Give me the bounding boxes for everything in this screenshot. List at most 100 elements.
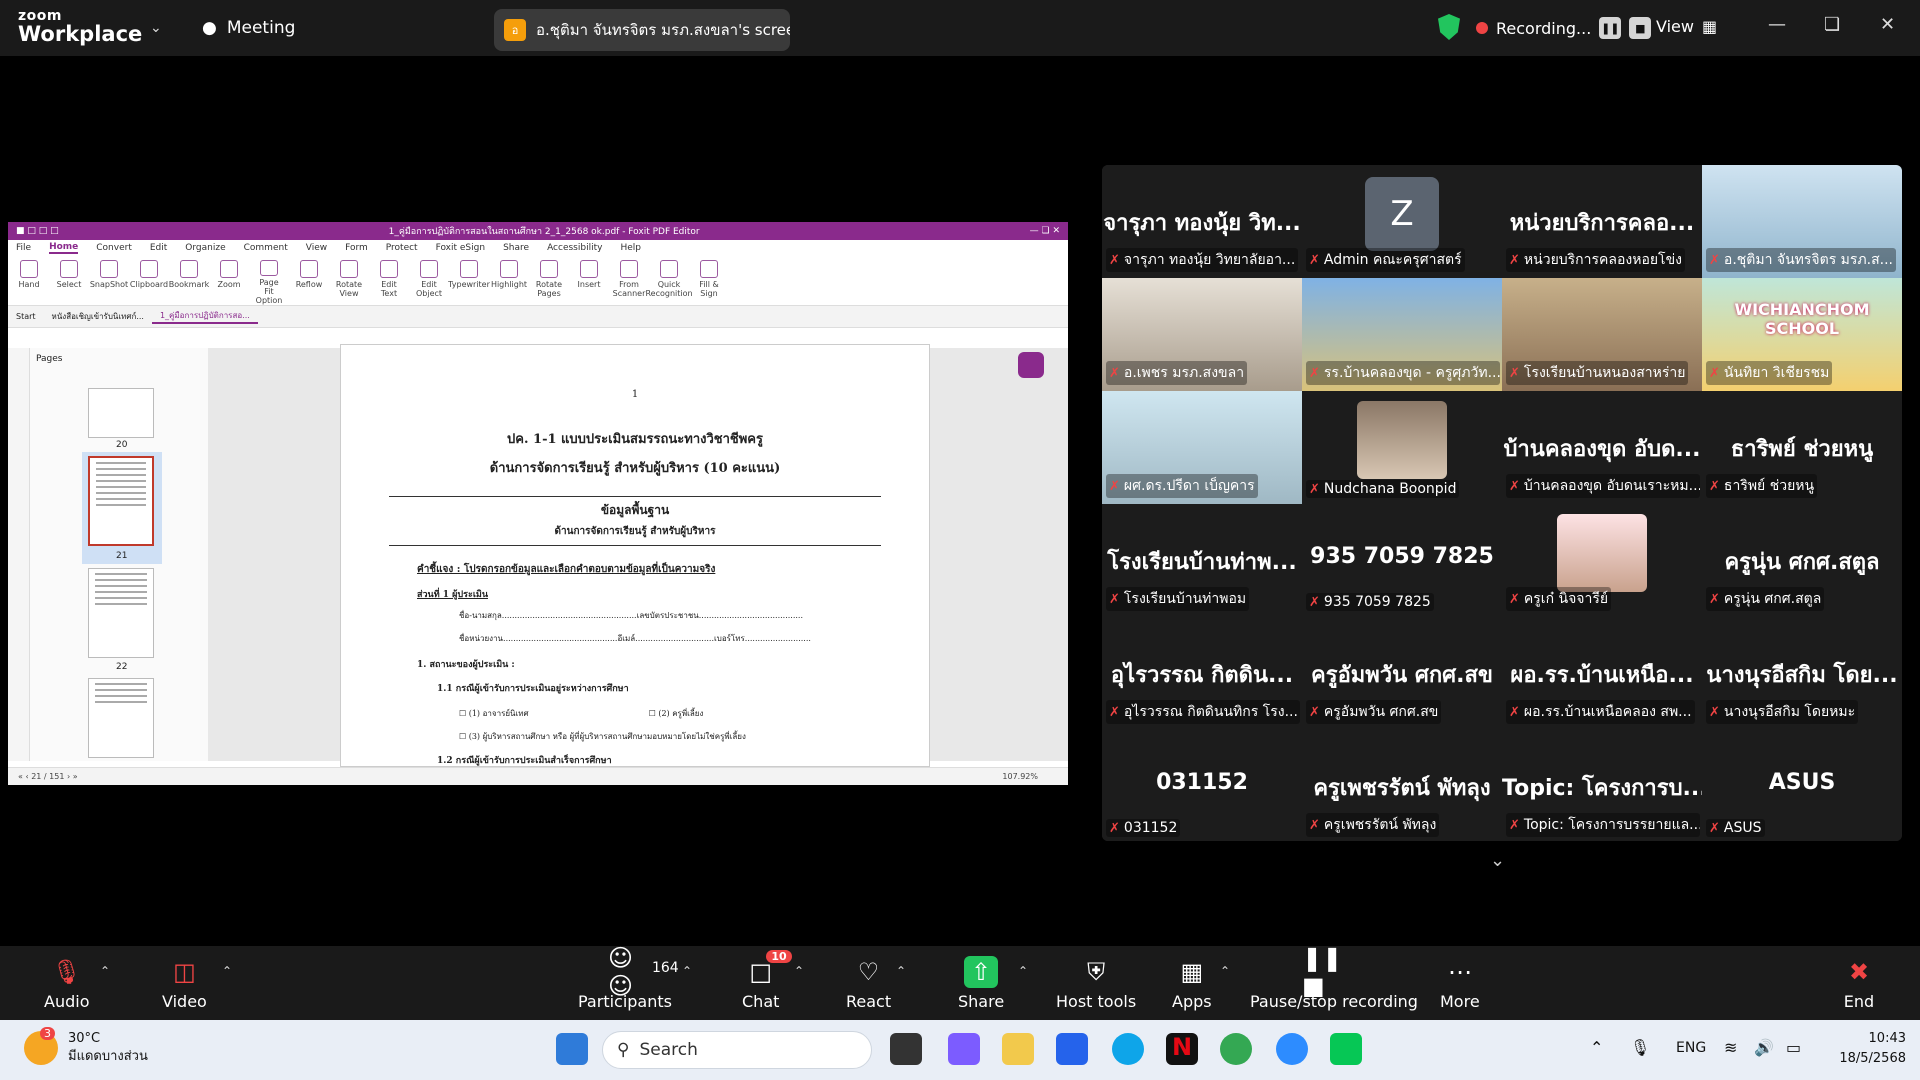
- pause-stop-recording-button[interactable]: ❚❚ ■ Pause/stop recording: [1250, 944, 1418, 1011]
- mic-tray-icon[interactable]: 🎙: [1630, 1038, 1650, 1057]
- more-button[interactable]: ⋯ More: [1440, 956, 1480, 1011]
- audio-button[interactable]: 🎙 Audio: [44, 956, 89, 1011]
- participant-tile[interactable]: 935 7059 7825 ✗ 935 7059 7825: [1302, 504, 1502, 617]
- participant-tile[interactable]: หน่วยบริการคลอ... ✗ หน่วยบริการคลองหอยโข่ง: [1502, 165, 1702, 278]
- participant-tile[interactable]: ครูเพชรรัตน์ พัทลุง ✗ ครูเพชรรัตน์ พัทลุง: [1302, 730, 1502, 841]
- participant-tile[interactable]: ✗ ผศ.ดร.ปรีดา เบ็ญคาร: [1102, 391, 1302, 504]
- file-explorer-icon[interactable]: [1002, 1033, 1034, 1065]
- pdf-menu-item[interactable]: Convert: [96, 243, 132, 253]
- participant-tile[interactable]: ASUS ✗ ASUS: [1702, 730, 1902, 841]
- ribbon-button[interactable]: Edit Object: [414, 256, 444, 305]
- ribbon-button[interactable]: SnapShot: [90, 256, 128, 305]
- participant-tile[interactable]: โรงเรียนบ้านท่าพ... ✗ โรงเรียนบ้านท่าพอม: [1102, 504, 1302, 617]
- apps-options-caret[interactable]: ⌃: [1220, 964, 1230, 978]
- screen-share-indicator[interactable]: อ อ.ชุติมา จันทรจิตร มรภ.สงขลา's scree •…: [494, 9, 790, 51]
- ribbon-button[interactable]: Rotate Pages: [534, 256, 564, 305]
- participant-tile[interactable]: ✗ โรงเรียนบ้านหนองสาหร่าย: [1502, 278, 1702, 391]
- participant-tile[interactable]: ✗ Nudchana Boonpid: [1302, 391, 1502, 504]
- participant-tile[interactable]: ธาริพย์ ช่วยหนู ✗ ธาริพย์ ช่วยหนู: [1702, 391, 1902, 504]
- language-indicator[interactable]: ENG: [1676, 1040, 1706, 1056]
- pdf-menu-item[interactable]: Comment: [244, 243, 288, 253]
- participant-tile[interactable]: จารุภา ทองนุ้ย วิท... ✗ จารุภา ทองนุ้ย วิท…: [1102, 165, 1302, 278]
- chrome-icon[interactable]: [1220, 1033, 1252, 1065]
- ribbon-button[interactable]: Page Fit Option: [254, 256, 284, 305]
- participant-tile[interactable]: อุไรวรรณ กิตดิน... ✗ อุไรวรรณ กิตดินนทิกร …: [1102, 617, 1302, 730]
- volume-icon[interactable]: 🔊: [1754, 1038, 1774, 1057]
- pause-recording-icon[interactable]: ❚❚: [1599, 17, 1622, 39]
- participant-tile[interactable]: ครูอัมพวัน ศกศ.สข ✗ ครูอัมพวัน ศกศ.สข: [1302, 617, 1502, 730]
- stop-recording-icon[interactable]: ■: [1629, 17, 1652, 39]
- tray-overflow-icon[interactable]: ⌃: [1590, 1038, 1603, 1057]
- ribbon-button[interactable]: Rotate View: [334, 256, 364, 305]
- ribbon-button[interactable]: Insert: [574, 256, 604, 305]
- security-shield-icon[interactable]: [1438, 14, 1460, 40]
- pdf-menu-item[interactable]: File: [16, 243, 31, 253]
- task-view-icon[interactable]: [890, 1033, 922, 1065]
- chat-button[interactable]: □ 10 Chat: [742, 950, 792, 1011]
- netflix-icon[interactable]: N: [1166, 1033, 1198, 1065]
- pdf-menu-item[interactable]: View: [306, 243, 327, 253]
- clock[interactable]: 10:43 18/5/2568: [1832, 1029, 1906, 1069]
- view-button[interactable]: View ▦: [1656, 17, 1717, 36]
- participants-options-caret[interactable]: ⌃: [682, 964, 692, 978]
- page-thumb[interactable]: [88, 678, 154, 758]
- participant-tile[interactable]: ✗ รร.บ้านคลองขุด - ครูศุภวัท...: [1302, 278, 1502, 391]
- copilot-icon[interactable]: [948, 1033, 980, 1065]
- chevron-down-icon[interactable]: ⌄: [1490, 850, 1505, 871]
- pdf-menu-item[interactable]: Share: [503, 243, 529, 253]
- video-options-caret[interactable]: ⌃: [222, 964, 232, 978]
- line-app-icon[interactable]: [1330, 1033, 1362, 1065]
- pdf-menu-item[interactable]: Home: [49, 242, 79, 254]
- participant-tile[interactable]: 031152 ✗ 031152: [1102, 730, 1302, 841]
- chevron-down-icon[interactable]: ⌄: [150, 20, 162, 36]
- host-tools-button[interactable]: ⛨ Host tools: [1056, 956, 1136, 1011]
- apps-button[interactable]: ▦ Apps: [1172, 956, 1212, 1011]
- battery-icon[interactable]: ▭: [1786, 1038, 1801, 1057]
- pdf-menu-item[interactable]: Protect: [386, 243, 418, 253]
- pdf-menu-item[interactable]: Organize: [185, 243, 225, 253]
- minimize-icon[interactable]: —: [1768, 14, 1786, 35]
- participant-tile[interactable]: ครูนุ่น ศกศ.สตูล ✗ ครูนุ่น ศกศ.สตูล: [1702, 504, 1902, 617]
- pdf-doc-tab[interactable]: หนังสือเชิญเข้ารับนิเทศก์...: [44, 310, 152, 323]
- ribbon-button[interactable]: Fill & Sign: [694, 256, 724, 305]
- participant-tile[interactable]: Z ✗ Admin คณะครุศาสตร์: [1302, 165, 1502, 278]
- ribbon-button[interactable]: Clipboard: [130, 256, 168, 305]
- pdf-doc-tab[interactable]: 1_คู่มือการปฏิบัติการสอ...: [151, 309, 258, 324]
- store-icon[interactable]: [1056, 1033, 1088, 1065]
- ribbon-button[interactable]: Bookmark: [169, 256, 209, 305]
- ribbon-button[interactable]: From Scanner: [613, 256, 645, 305]
- pdf-doc-tab[interactable]: Start: [8, 312, 44, 321]
- ribbon-button[interactable]: Zoom: [214, 256, 244, 305]
- page-thumb[interactable]: [88, 388, 154, 438]
- audio-options-caret[interactable]: ⌃: [100, 964, 110, 978]
- participant-tile[interactable]: นางนุรอีสกิม โดย... ✗ นางนุรอีสกิม โดยหมะ: [1702, 617, 1902, 730]
- participants-button[interactable]: ☺☺ 164 Participants: [578, 944, 679, 1011]
- ribbon-button[interactable]: Quick Recognition: [645, 256, 693, 305]
- participant-tile[interactable]: บ้านคลองขุด อับด... ✗ บ้านคลองขุด อับดนเรา…: [1502, 391, 1702, 504]
- pdf-menu-item[interactable]: Accessibility: [547, 243, 602, 253]
- end-button[interactable]: ✖ End: [1842, 956, 1876, 1011]
- ribbon-button[interactable]: Highlight: [491, 256, 527, 305]
- windows-start-icon[interactable]: [556, 1033, 588, 1065]
- page-thumb-selected[interactable]: [88, 456, 154, 546]
- taskbar-search[interactable]: ⚲ Search: [602, 1031, 872, 1069]
- pdf-menu-item[interactable]: Edit: [150, 243, 167, 253]
- page-thumb[interactable]: [88, 568, 154, 658]
- close-icon[interactable]: ✕: [1880, 14, 1895, 35]
- pdf-menu-item[interactable]: Foxit eSign: [436, 243, 485, 253]
- participant-tile[interactable]: ✗ ครูเก๋ นิจจารีย์: [1502, 504, 1702, 617]
- ribbon-button[interactable]: Edit Text: [374, 256, 404, 305]
- participant-tile[interactable]: ผอ.รร.บ้านเหนือ... ✗ ผอ.รร.บ้านเหนือคลอง ส…: [1502, 617, 1702, 730]
- edge-icon[interactable]: [1112, 1033, 1144, 1065]
- participant-tile[interactable]: ✗ อ.ชุติมา จันทรจิตร มรภ.ส...: [1702, 165, 1902, 278]
- weather-widget[interactable]: 3 30°C มีแดดบางส่วน: [24, 1027, 148, 1066]
- participant-tile[interactable]: Topic: โครงการบ... ✗ Topic: โครงการบรรยายแ…: [1502, 730, 1702, 841]
- share-button[interactable]: ⇧ Share: [958, 956, 1004, 1011]
- pdf-menu-item[interactable]: Form: [345, 243, 368, 253]
- participant-tile[interactable]: ✗ อ.เพชร มรภ.สงขลา: [1102, 278, 1302, 391]
- restore-icon[interactable]: ❏: [1824, 14, 1840, 35]
- video-button[interactable]: ◫ Video: [162, 956, 207, 1011]
- ribbon-button[interactable]: Hand: [14, 256, 44, 305]
- zoom-app-icon[interactable]: [1276, 1033, 1308, 1065]
- react-options-caret[interactable]: ⌃: [896, 964, 906, 978]
